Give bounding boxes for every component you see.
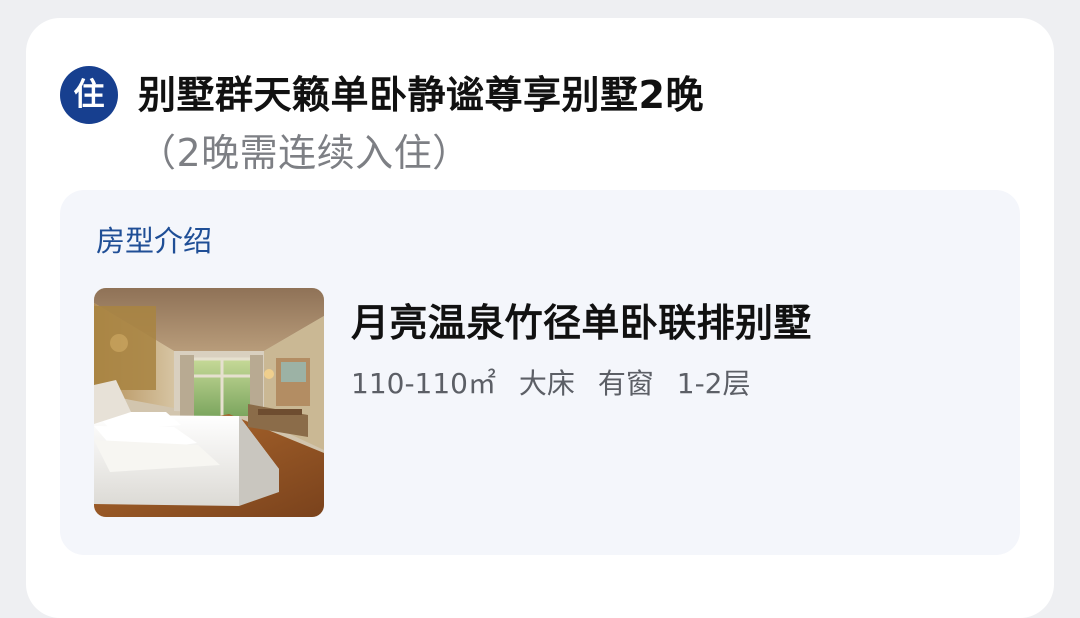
room-photo-image — [94, 288, 324, 517]
bed-type: 大床 — [518, 367, 575, 400]
package-title-main: 别墅群天籁单卧静谧尊享别墅2晚 — [138, 73, 704, 117]
room-photo[interactable] — [94, 288, 324, 517]
package-card: 住 别墅群天籁单卧静谧尊享别墅2晚 （2晚需连续入住） 房型介绍 月亮温泉竹径单卧… — [26, 18, 1054, 618]
floor-info: 1-2层 — [676, 367, 751, 400]
window-info: 有窗 — [597, 367, 654, 400]
room-type-section-title: 房型介绍 — [96, 224, 213, 258]
room-name: 月亮温泉竹径单卧联排别墅 — [351, 301, 812, 345]
package-title: 别墅群天籁单卧静谧尊享别墅2晚 （2晚需连续入住） — [138, 66, 1018, 182]
package-title-note: （2晚需连续入住） — [138, 131, 471, 175]
room-area: 110-110㎡ — [351, 367, 496, 400]
room-specs: 110-110㎡ 大床 有窗 1-2层 — [351, 366, 764, 402]
room-type-panel[interactable]: 房型介绍 月亮温泉竹径单卧联排别墅 110-110㎡ 大床 有窗 1-2层 — [60, 190, 1020, 555]
stay-icon: 住 — [60, 66, 118, 124]
